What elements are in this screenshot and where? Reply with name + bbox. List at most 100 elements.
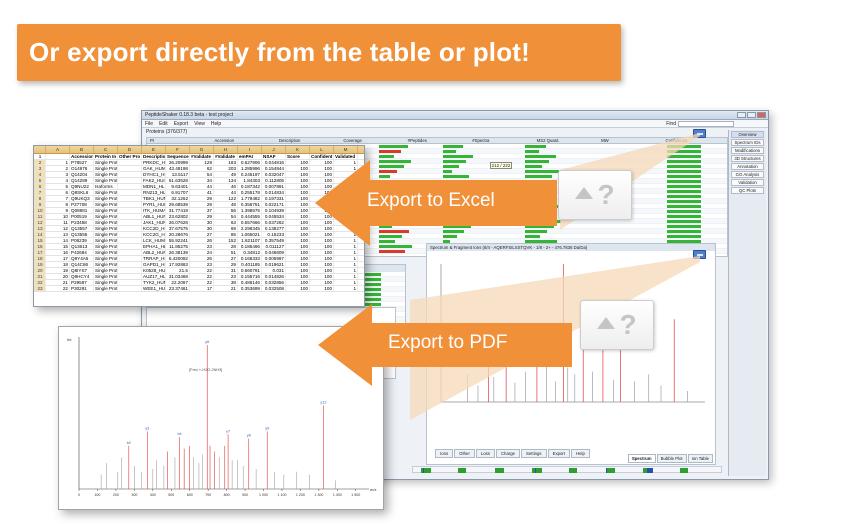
excel-cell[interactable]: 1 [334, 262, 358, 267]
excel-cell[interactable]: 183 [214, 160, 238, 165]
sidebar-item-qc-plots[interactable]: QC Plots [731, 187, 764, 194]
excel-cell[interactable]: 100 [286, 220, 310, 225]
excel-cell[interactable]: 41 [190, 190, 214, 195]
excel-cell[interactable]: 23 [214, 274, 238, 279]
excel-cell[interactable]: 1 [334, 280, 358, 285]
excel-cell[interactable]: P78527 [70, 160, 94, 165]
excel-cell[interactable]: Q14C86 [70, 262, 94, 267]
excel-row-number[interactable]: 12 [34, 220, 46, 225]
excel-cell[interactable]: 1 [334, 268, 358, 273]
excel-cell[interactable]: 100 [286, 238, 310, 243]
excel-row-number[interactable]: 8 [34, 196, 46, 201]
excel-cell[interactable]: 100 [310, 268, 334, 273]
excel-cell[interactable]: 51.63528 [166, 178, 190, 183]
excel-cell[interactable]: 26.20999 [166, 160, 190, 165]
excel-cell[interactable]: 0.15233 [262, 232, 286, 237]
sidebar-item-validation[interactable]: Validation [731, 179, 764, 186]
minimize-icon[interactable] [737, 112, 746, 118]
excel-cell[interactable]: 17 [190, 286, 214, 291]
excel-cell[interactable] [118, 250, 142, 255]
excel-column-letter[interactable]: G [190, 146, 214, 153]
excel-cell[interactable]: 26.38139 [166, 250, 190, 255]
excel-cell[interactable]: Q9UKQ3 [70, 196, 94, 201]
excel-cell[interactable] [46, 154, 70, 159]
excel-cell[interactable]: 12 [46, 226, 70, 231]
excel-cell[interactable]: 20 [46, 274, 70, 279]
excel-cell[interactable] [118, 280, 142, 285]
excel-cell[interactable]: 100 [286, 256, 310, 261]
excel-cell[interactable]: 29 [190, 202, 214, 207]
excel-cell[interactable]: Single Protein [94, 262, 118, 267]
excel-cell[interactable]: Q13557 [70, 226, 94, 231]
excel-column-letter[interactable]: M [334, 146, 358, 153]
excel-cell[interactable]: TBK1_HUN [142, 196, 166, 201]
excel-row-number[interactable]: 14 [34, 232, 46, 237]
excel-cell[interactable] [118, 256, 142, 261]
excel-cell[interactable]: Single Protein [94, 208, 118, 213]
excel-cell[interactable]: Single Protein [94, 166, 118, 171]
excel-row-number[interactable]: 16 [34, 244, 46, 249]
excel-cell[interactable]: 34 [190, 178, 214, 183]
excel-cell[interactable]: 100 [286, 208, 310, 213]
excel-cell[interactable]: 24 [190, 250, 214, 255]
excel-cell[interactable]: NSAF [262, 154, 286, 159]
excel-column-letter[interactable]: E [142, 146, 166, 153]
excel-cell[interactable]: 3 [46, 172, 70, 177]
excel-cell[interactable]: 22 [190, 280, 214, 285]
excel-cell[interactable]: DYHC1_HL [142, 172, 166, 177]
excel-cell[interactable]: Single Protein [94, 280, 118, 285]
excel-cell[interactable]: 100 [286, 166, 310, 171]
excel-cell[interactable]: KCC2D_HL [142, 226, 166, 231]
excel-cell[interactable]: 100 [286, 274, 310, 279]
excel-cell[interactable]: 100 [286, 190, 310, 195]
excel-cell[interactable]: 1.285996 [238, 166, 262, 171]
excel-cell[interactable] [118, 202, 142, 207]
excel-cell[interactable]: Single Protein [94, 220, 118, 225]
excel-cell[interactable]: Score [286, 154, 310, 159]
excel-cell[interactable]: 22 [190, 274, 214, 279]
excel-cell[interactable]: Q8SKL6 [70, 190, 94, 195]
excel-cell[interactable]: 128 [190, 160, 214, 165]
excel-cell[interactable]: Single Protein [94, 178, 118, 183]
col-coverage[interactable]: Coverage [340, 138, 404, 143]
col-ms2quant[interactable]: MS2 Quant. [534, 138, 598, 143]
excel-cell[interactable]: Single Protein [94, 244, 118, 249]
excel-cell[interactable]: 29 [190, 214, 214, 219]
excel-cell[interactable]: Single Protein [94, 226, 118, 231]
excel-cell[interactable] [118, 208, 142, 213]
sidebar-item-spectrum-ids[interactable]: Spectrum IDs [731, 139, 764, 146]
excel-cell[interactable]: 0.353699 [238, 286, 262, 291]
excel-row-number[interactable]: 2 [34, 160, 46, 165]
excel-cell[interactable]: P23458 [70, 220, 94, 225]
excel-cell[interactable]: 152 [214, 238, 238, 243]
excel-cell[interactable]: JAK1_HUN [142, 220, 166, 225]
excel-cell[interactable]: P27708 [70, 202, 94, 207]
excel-column-letter[interactable]: D [118, 146, 142, 153]
sidebar-item-overview[interactable]: Overview [731, 131, 764, 138]
excel-cell[interactable]: 0.660791 [238, 268, 262, 273]
excel-cell[interactable]: 1 [334, 274, 358, 279]
sidebar-item-modifications[interactable]: Modifications [731, 147, 764, 154]
sequence-coverage-bar[interactable] [412, 466, 722, 473]
excel-cell[interactable]: 30 [190, 226, 214, 231]
excel-column-letter[interactable]: B [70, 146, 94, 153]
excel-cell[interactable]: 100 [286, 244, 310, 249]
excel-cell[interactable]: 1.065021 [238, 232, 262, 237]
excel-column-letter[interactable]: A [46, 146, 70, 153]
excel-cell[interactable]: 1.621107 [238, 238, 262, 243]
excel-cell[interactable]: Protein In [94, 154, 118, 159]
excel-cell[interactable]: 0.255178 [238, 190, 262, 195]
excel-cell[interactable]: emPAI [238, 154, 262, 159]
excel-cell[interactable]: 0.104939 [262, 208, 286, 213]
excel-cell[interactable]: 10 [46, 214, 70, 219]
excel-cell[interactable]: 0.557666 [238, 220, 262, 225]
excel-cell[interactable] [118, 232, 142, 237]
excel-cell[interactable]: 0.486146 [238, 280, 262, 285]
excel-cell[interactable]: 203 [214, 166, 238, 171]
sidebar-item-go-analysis[interactable]: GO Analysis [731, 171, 764, 178]
excel-cell[interactable]: 54 [214, 214, 238, 219]
excel-cell[interactable]: 6.91707 [166, 190, 190, 195]
excel-cell[interactable]: 15 [46, 244, 70, 249]
excel-cell[interactable]: 100 [286, 286, 310, 291]
excel-cell[interactable]: 1 [334, 286, 358, 291]
